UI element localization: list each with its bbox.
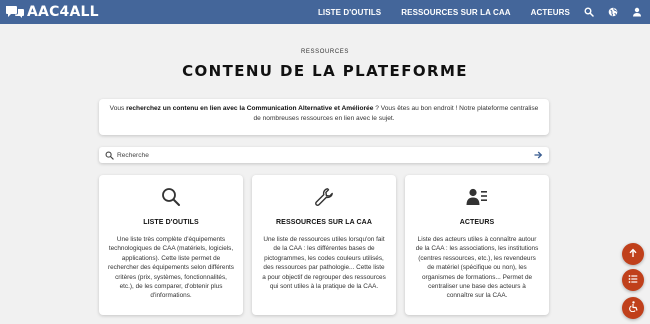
list-button[interactable] — [622, 269, 644, 291]
brand-logo[interactable]: AAC4ALL — [5, 3, 99, 21]
card-title: LISTE D'OUTILS — [143, 219, 199, 226]
intro-box: Vous recherchez un contenu en lien avec … — [99, 99, 549, 135]
search-bar — [99, 147, 549, 163]
card-liste-outils[interactable]: LISTE D'OUTILS Une liste très complète d… — [99, 175, 243, 315]
arrow-right-icon[interactable] — [533, 150, 543, 160]
card-title: RESSOURCES SUR LA CAA — [276, 219, 372, 226]
user-icon[interactable] — [632, 7, 642, 17]
globe-icon[interactable] — [608, 7, 618, 17]
nav-link-ressources[interactable]: RESSOURCES SUR LA CAA — [401, 8, 510, 17]
accessibility-button[interactable] — [622, 297, 644, 319]
intro-text-bold: recherchez un contenu en lien avec la Co… — [126, 105, 374, 112]
nav-link-liste-outils[interactable]: LISTE D'OUTILS — [318, 8, 381, 17]
user-list-icon — [466, 187, 488, 212]
brand-name: AAC4ALL — [27, 4, 99, 20]
list-icon — [628, 271, 638, 289]
page-title: CONTENU DE LA PLATEFORME — [182, 62, 468, 80]
section-eyebrow: RESSOURCES — [300, 49, 349, 55]
speech-bubbles-icon — [5, 5, 25, 19]
card-description: Une liste de ressources utiles lorsqu'on… — [262, 236, 386, 291]
nav-link-acteurs[interactable]: ACTEURS — [531, 8, 570, 17]
search-icon — [105, 151, 114, 160]
card-title: ACTEURS — [459, 219, 495, 226]
intro-text-start: Vous — [109, 105, 127, 112]
card-acteurs[interactable]: ACTEURS Liste des acteurs utiles à conna… — [405, 175, 549, 315]
card-description: Une liste très complète d'équipements te… — [108, 236, 234, 300]
accessibility-icon — [628, 299, 638, 317]
arrow-up-icon — [628, 245, 638, 263]
card-ressources-caa[interactable]: RESSOURCES SUR LA CAA Une liste de resso… — [252, 175, 396, 315]
search-icon[interactable] — [584, 7, 594, 17]
magnifier-icon — [161, 187, 181, 212]
wrench-icon — [314, 187, 334, 212]
nav-menu: LISTE D'OUTILS RESSOURCES SUR LA CAA ACT… — [318, 0, 642, 24]
search-input[interactable] — [117, 149, 533, 161]
scroll-top-button[interactable] — [622, 243, 644, 265]
top-navbar: AAC4ALL LISTE D'OUTILS RESSOURCES SUR LA… — [0, 0, 650, 24]
card-description: Liste des acteurs utiles à connaître aut… — [415, 236, 539, 300]
